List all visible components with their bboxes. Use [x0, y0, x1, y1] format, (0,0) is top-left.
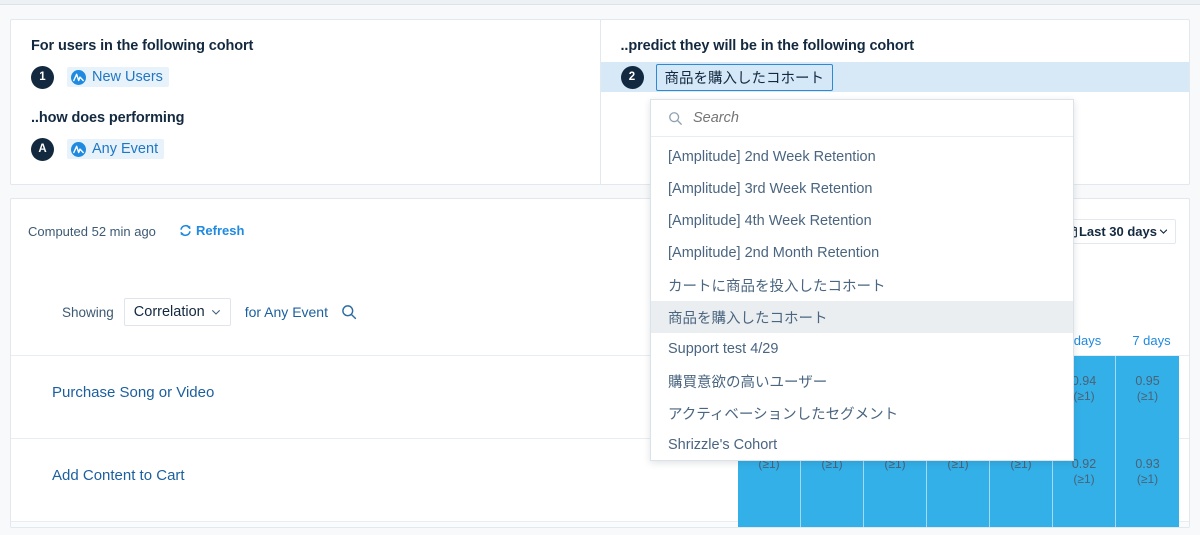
predicted-cohort-chip[interactable]: 商品を購入したコホート — [655, 63, 833, 91]
search-icon — [669, 111, 682, 125]
cohort-chip-label: New Users — [92, 69, 163, 85]
heat-cell-count: (≥1) — [1136, 472, 1159, 486]
event-chip-any-event[interactable]: Any Event — [67, 139, 165, 159]
heat-cell[interactable]: 0.9 — [1053, 522, 1116, 527]
date-range-button[interactable]: Last 30 days — [1057, 219, 1176, 244]
dropdown-item[interactable]: [Amplitude] 2nd Month Retention — [651, 237, 1073, 269]
amplitude-cohort-icon — [71, 69, 86, 85]
column-header-7days[interactable]: 7 days — [1120, 333, 1183, 348]
date-range-label: Last 30 days — [1078, 224, 1157, 239]
heat-cell-count: (≥1) — [1136, 389, 1159, 403]
cohort-row[interactable]: 1 New Users — [11, 62, 600, 92]
heat-cell[interactable]: 0.9 — [990, 522, 1053, 527]
step-badge-1: 1 — [31, 65, 54, 89]
heat-cell-count: (≥1) — [1073, 472, 1095, 486]
cohort-section-title: For users in the following cohort — [31, 38, 254, 54]
retention-predictions-page: For users in the following cohort 1 New … — [0, 0, 1200, 535]
search-input[interactable] — [693, 110, 1023, 126]
chevron-down-icon — [211, 310, 220, 315]
row-label: Purchase Song or Video — [52, 384, 215, 401]
dropdown-item[interactable]: [Amplitude] 4th Week Retention — [651, 205, 1073, 237]
event-chip-label: Any Event — [92, 141, 159, 157]
heat-cell-value: 0.95 — [1135, 374, 1160, 388]
heat-cell[interactable]: 0.93 (≥1) — [1116, 439, 1179, 522]
heat-cell[interactable]: 0.95 (≥1) — [1116, 356, 1179, 439]
heat-cell-value: 0.94 — [1071, 374, 1097, 388]
heat-cell-count: (≥1) — [1073, 389, 1095, 403]
heat-cell[interactable]: 0.89 — [927, 522, 990, 527]
event-row[interactable]: A Any Event — [11, 134, 600, 164]
heat-cell[interactable]: 0.88 — [801, 522, 864, 527]
predict-section-title: ..predict they will be in the following … — [620, 38, 915, 54]
dropdown-item[interactable]: Support test 4/29 — [651, 333, 1073, 365]
predicted-cohort-row[interactable]: 2 商品を購入したコホート — [600, 62, 1189, 92]
cohort-chip-new-users[interactable]: New Users — [67, 67, 169, 87]
heat-cell[interactable]: 0.86 — [738, 522, 801, 527]
metric-select-value: Correlation — [133, 304, 205, 320]
table-row[interactable]: 0.86 0.88 0.89 0.89 0.9 0.9 — [11, 522, 1189, 527]
dropdown-item[interactable]: カートに商品を投入したコホート — [651, 269, 1073, 301]
dropdown-item-selected[interactable]: 商品を購入したコホート — [651, 301, 1073, 333]
dropdown-search-field[interactable] — [651, 100, 1073, 137]
dropdown-item[interactable]: Shrizzle's Cohort — [651, 429, 1073, 460]
performing-section-title: ..how does performing — [31, 110, 185, 126]
computed-timestamp: Computed 52 min ago — [28, 224, 156, 239]
step-badge-2: 2 — [620, 65, 644, 89]
amplitude-event-icon — [71, 141, 86, 157]
heatmap-row: 0.86 0.88 0.89 0.89 0.9 0.9 — [738, 522, 1179, 527]
heat-cell[interactable]: 0.89 — [864, 522, 927, 527]
top-strip — [0, 0, 1200, 5]
heat-cell[interactable]: 0.9 — [1116, 522, 1179, 527]
chevron-down-icon — [1159, 229, 1168, 234]
dropdown-item[interactable]: 購買意欲の高いユーザー — [651, 365, 1073, 397]
refresh-icon — [180, 224, 191, 237]
step-badge-a: A — [31, 137, 54, 161]
dropdown-item[interactable]: アクティベーションしたセグメント — [651, 397, 1073, 429]
metric-select[interactable]: Correlation — [123, 298, 231, 326]
definition-left-column: For users in the following cohort 1 New … — [11, 20, 601, 184]
grid-search-button[interactable] — [341, 304, 357, 320]
cohort-dropdown[interactable]: [Amplitude] 2nd Week Retention [Amplitud… — [650, 99, 1074, 461]
predicted-cohort-chip-label: 商品を購入したコホート — [664, 70, 825, 87]
heat-cell-value: 0.92 — [1071, 457, 1097, 471]
dropdown-item[interactable]: [Amplitude] 2nd Week Retention — [651, 141, 1073, 173]
for-event-label: for Any Event — [244, 304, 328, 320]
refresh-label: Refresh — [196, 223, 245, 238]
dropdown-option-list: [Amplitude] 2nd Week Retention [Amplitud… — [651, 137, 1073, 460]
row-label: Add Content to Cart — [52, 467, 185, 484]
showing-label: Showing — [62, 304, 114, 320]
search-icon — [342, 305, 357, 320]
heat-cell-value: 0.93 — [1135, 457, 1160, 471]
dropdown-item[interactable]: [Amplitude] 3rd Week Retention — [651, 173, 1073, 205]
refresh-button[interactable]: Refresh — [179, 223, 244, 238]
